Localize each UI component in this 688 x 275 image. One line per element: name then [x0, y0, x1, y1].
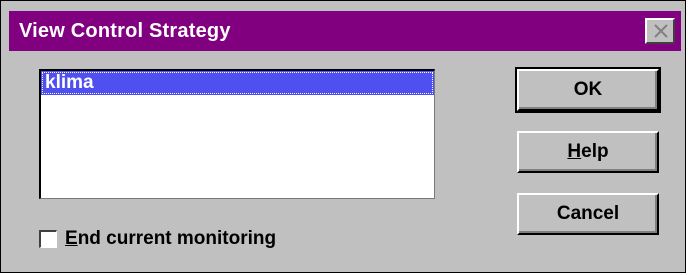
end-monitoring-checkbox[interactable]	[39, 230, 57, 248]
end-monitoring-option[interactable]: End current monitoring	[39, 227, 276, 251]
help-button-label: Help	[567, 141, 608, 163]
dialog-title: View Control Strategy	[19, 20, 231, 42]
title-bar: View Control Strategy	[9, 11, 681, 51]
dialog-body: klima End current monitoring OK Help Can…	[9, 51, 681, 267]
ok-button[interactable]: OK	[515, 67, 661, 113]
cancel-button[interactable]: Cancel	[517, 193, 659, 235]
end-monitoring-label-text: nd current monitoring	[77, 228, 277, 249]
help-label-text: elp	[581, 141, 609, 162]
close-icon	[654, 24, 668, 38]
help-button[interactable]: Help	[517, 131, 659, 173]
view-control-strategy-dialog: View Control Strategy klima End current …	[0, 0, 686, 273]
close-button[interactable]	[645, 18, 675, 44]
help-mnemonic: H	[567, 141, 582, 162]
list-item-label: klima	[45, 72, 94, 93]
strategy-listbox[interactable]: klima	[39, 69, 435, 199]
ok-button-label: OK	[573, 79, 603, 100]
list-item[interactable]: klima	[41, 71, 434, 95]
end-monitoring-mnemonic: E	[65, 228, 78, 249]
cancel-button-label: Cancel	[556, 203, 620, 224]
end-monitoring-label[interactable]: End current monitoring	[65, 228, 276, 250]
